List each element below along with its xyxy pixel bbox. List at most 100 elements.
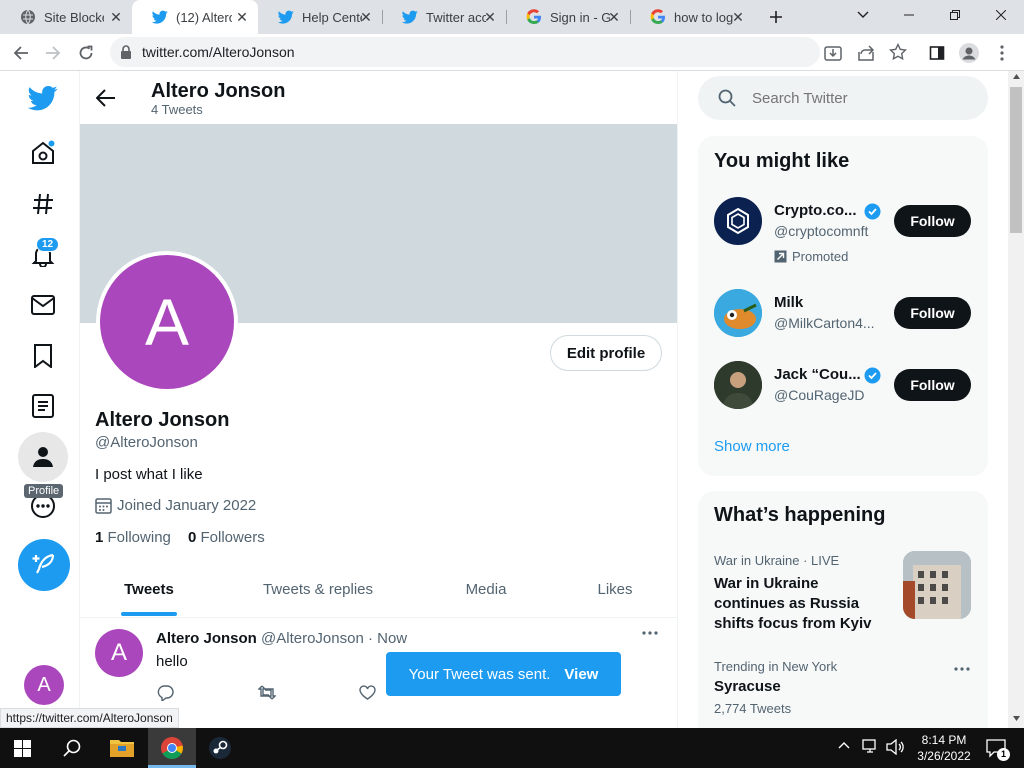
globe-icon [20,9,36,25]
tab-tweets-replies[interactable]: Tweets & replies [248,561,388,617]
follow-button[interactable]: Follow [894,205,971,237]
twitter-icon [152,9,168,25]
forward-icon[interactable] [40,40,66,66]
profile-person-icon[interactable] [18,432,68,482]
retweet-icon[interactable] [258,685,276,700]
chrome-taskbar-item[interactable] [148,728,196,768]
search-icon [718,89,736,107]
file-explorer-icon[interactable] [110,737,134,757]
profile-avatar-icon[interactable] [956,40,982,66]
profile-avatar[interactable]: A [96,251,238,393]
install-app-icon[interactable] [824,44,842,62]
scroll-up-arrow-icon[interactable] [1013,74,1020,79]
network-icon[interactable] [862,739,880,755]
suggestion-name[interactable]: Milk [774,294,803,311]
header-tweet-count: 4 Tweets [151,102,203,117]
search-input[interactable] [752,86,972,110]
lock-icon[interactable] [120,45,132,59]
tab-help-center[interactable]: Help Center ✕ [258,0,382,34]
home-icon[interactable] [18,128,68,178]
tab-label: Twitter account [426,9,486,25]
tweet-header: Altero Jonson @AlteroJonson · Now [156,630,407,647]
profile-name: Altero Jonson [95,409,230,431]
tab-likes[interactable]: Likes [575,561,655,617]
windows-taskbar: 8:14 PM 3/26/2022 1 [0,728,1024,768]
trend-item[interactable]: War in Ukraine · LIVE War in Ukraine con… [698,540,988,640]
restore-button[interactable] [932,0,978,30]
messages-mail-icon[interactable] [18,280,68,330]
steam-icon[interactable] [208,736,232,760]
search-box[interactable] [698,76,988,120]
show-hidden-icons-chevron-icon[interactable] [838,741,850,749]
crypto-avatar[interactable] [714,197,762,245]
lists-icon[interactable] [18,381,68,431]
reload-icon[interactable] [73,40,99,66]
tab-sign-in-google[interactable]: Sign in - Google ✕ [506,0,630,34]
trend-context: War in Ukraine · LIVE [714,553,840,568]
close-icon[interactable]: ✕ [482,9,498,25]
tab-altero-jonson[interactable]: (12) Altero Jonson ✕ [132,0,258,34]
account-switcher-avatar[interactable]: A [24,665,64,705]
close-icon[interactable]: ✕ [606,9,622,25]
trend-item[interactable]: Trending in New York Syracuse 2,774 Twee… [698,648,988,728]
tab-how-to-log[interactable]: how to log ✕ [630,0,754,34]
side-panel-icon[interactable] [924,40,950,66]
volume-icon[interactable] [886,739,904,755]
more-dots-icon[interactable] [954,667,970,671]
scroll-down-arrow-icon[interactable] [1013,716,1020,721]
close-icon[interactable]: ✕ [730,9,746,25]
kebab-menu-icon[interactable] [989,40,1015,66]
taskbar-search-icon[interactable] [63,739,81,757]
tab-site-blocked[interactable]: Site Blocked ✕ [0,0,132,34]
edit-profile-button[interactable]: Edit profile [550,335,662,371]
bookmark-icon[interactable] [18,331,68,381]
show-more-link[interactable]: Show more [714,438,790,455]
following-label: Following [107,529,171,546]
tab-search-button[interactable] [840,0,886,30]
followers-link[interactable]: 0 Followers [188,529,265,546]
page-scrollbar[interactable] [1008,71,1024,728]
close-icon[interactable]: ✕ [108,9,124,25]
twitter-logo-icon[interactable] [18,73,68,123]
clock[interactable]: 8:14 PM 3/26/2022 [912,732,976,764]
close-icon[interactable]: ✕ [234,9,250,25]
explore-hashtag-icon[interactable] [18,179,68,229]
close-icon[interactable]: ✕ [358,9,374,25]
share-icon[interactable] [857,44,875,62]
active-tab-indicator [121,612,177,616]
tweet-author-name[interactable]: Altero Jonson [156,630,257,647]
suggestion-name[interactable]: Crypto.co... [774,202,857,219]
whats-happening-title: What’s happening [714,504,886,526]
address-bar[interactable]: twitter.com/AlteroJonson [110,37,907,67]
like-heart-icon[interactable] [359,685,376,700]
url-text[interactable]: twitter.com/AlteroJonson [142,44,295,60]
star-icon[interactable] [889,43,907,61]
compose-tweet-button[interactable] [18,539,70,591]
browser-tab-bar: Site Blocked ✕ (12) Altero Jonson ✕ Help… [0,0,1024,34]
verified-badge-icon [864,203,881,220]
google-icon [526,9,542,25]
scroll-thumb[interactable] [1010,87,1022,233]
follow-button[interactable]: Follow [894,297,971,329]
toast-view-link[interactable]: View [564,666,598,683]
following-count: 1 [95,529,104,546]
tab-tweets[interactable]: Tweets [80,561,218,617]
status-bar-url: https://twitter.com/AlteroJonson [0,708,179,728]
minimize-button[interactable] [886,0,932,30]
milk-avatar[interactable] [714,289,762,337]
reply-icon[interactable] [157,684,174,701]
tweet-avatar[interactable]: A [95,629,143,677]
tab-twitter-account[interactable]: Twitter account ✕ [382,0,506,34]
back-arrow-icon[interactable] [96,89,116,107]
suggestion-name[interactable]: Jack “Cou... [774,366,861,383]
tab-media[interactable]: Media [436,561,536,617]
close-window-button[interactable] [978,0,1024,30]
follow-button[interactable]: Follow [894,369,971,401]
more-dots-icon[interactable] [642,631,658,635]
trend-headline: Syracuse [714,678,781,695]
following-link[interactable]: 1 Following [95,529,171,546]
windows-start-icon[interactable] [14,740,31,757]
new-tab-button[interactable] [758,2,794,32]
jack-avatar[interactable] [714,361,762,409]
back-icon[interactable] [8,40,34,66]
